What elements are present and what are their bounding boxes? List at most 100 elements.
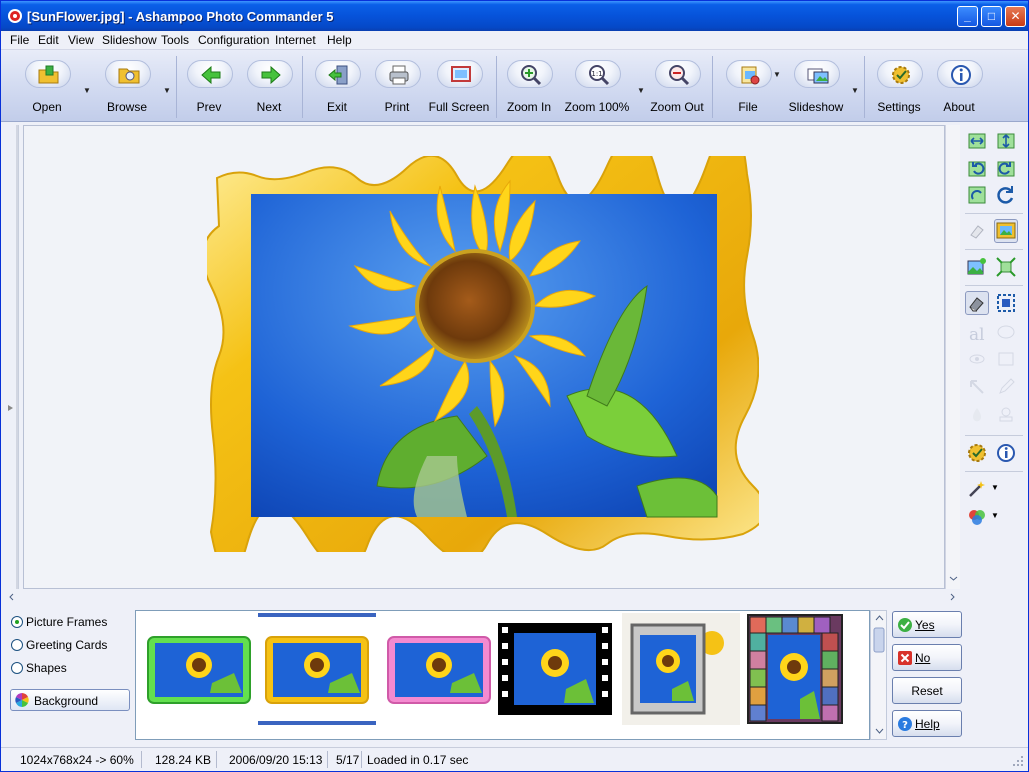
- zoom-in-button[interactable]: Zoom In: [493, 56, 565, 116]
- resize-button[interactable]: [994, 255, 1018, 279]
- settings-gear-icon: [892, 66, 910, 84]
- menu-internet[interactable]: Internet: [275, 33, 316, 47]
- frame-thumbnail-stained-glass[interactable]: [744, 613, 862, 725]
- window-title: [SunFlower.jpg] - Ashampoo Photo Command…: [27, 9, 334, 24]
- no-button[interactable]: No: [892, 644, 962, 671]
- background-button[interactable]: Background: [10, 689, 130, 711]
- flip-vertical-button[interactable]: [994, 129, 1018, 153]
- slideshow-icon: [807, 68, 829, 84]
- settings-check-icon: [968, 444, 986, 462]
- menu-help[interactable]: Help: [327, 33, 352, 47]
- thumbnail-scrollbar[interactable]: [870, 610, 887, 740]
- arrow-left-icon: [201, 65, 221, 85]
- magic-wand-dropdown-icon[interactable]: ▼: [991, 483, 999, 492]
- eraser-icon: [970, 225, 984, 239]
- left-ruler: [7, 125, 19, 589]
- rotate-free-button[interactable]: [994, 183, 1018, 207]
- info-circle-icon: [997, 444, 1015, 462]
- frame-thumbnail-silver[interactable]: [622, 613, 740, 725]
- color-effects-button[interactable]: [965, 505, 989, 529]
- scroll-right-icon[interactable]: [950, 593, 955, 601]
- speech-bubble-button: [994, 321, 1018, 345]
- palette-settings-button[interactable]: [965, 441, 989, 465]
- minimize-button[interactable]: _: [957, 6, 978, 27]
- status-bar: 1024x768x24 -> 60% 128.24 KB 2006/09/20 …: [1, 747, 1028, 771]
- maximize-button[interactable]: □: [981, 6, 1002, 27]
- magic-wand-icon: [969, 481, 985, 497]
- open-button[interactable]: Open: [11, 56, 83, 116]
- info-icon: [951, 65, 971, 85]
- toolbar-group-file: File ▼ Slideshow ▼: [713, 56, 865, 118]
- rotate-left-90-button[interactable]: [965, 156, 989, 180]
- pen-tool-button: [994, 375, 1018, 399]
- shapes-radio[interactable]: Shapes: [11, 661, 67, 677]
- zoom-in-icon: [521, 65, 542, 86]
- yes-button[interactable]: Yes: [892, 611, 962, 638]
- scroll-left-icon[interactable]: [9, 593, 14, 601]
- color-effects-dropdown-icon[interactable]: ▼: [991, 511, 999, 520]
- rotate-180-button[interactable]: [965, 183, 989, 207]
- erase-area-button[interactable]: [965, 291, 989, 315]
- image-adjust-button[interactable]: [965, 255, 989, 279]
- selection-button[interactable]: [994, 291, 1018, 315]
- picture-frame-tool-button[interactable]: [994, 219, 1018, 243]
- palette-info-button[interactable]: [994, 441, 1018, 465]
- zoom-100-button[interactable]: 1:1 Zoom 100%: [561, 56, 633, 116]
- toolbar-group-zoom: Zoom In 1:1 Zoom 100% ▼ Zoom Out: [497, 56, 713, 118]
- cross-icon: [898, 651, 912, 665]
- menu-slideshow[interactable]: Slideshow: [102, 33, 157, 47]
- scroll-up-icon[interactable]: [875, 615, 884, 621]
- frame-thumbnail-pink[interactable]: [380, 613, 498, 725]
- open-dropdown-icon[interactable]: ▼: [83, 86, 91, 95]
- eraser-button[interactable]: [965, 219, 989, 243]
- status-load-time: Loaded in 0.17 sec: [367, 753, 469, 767]
- status-date: 2006/09/20 15:13: [229, 753, 323, 767]
- frame-thumbnail-gold[interactable]: [258, 613, 376, 725]
- picture-frames-radio[interactable]: Picture Frames: [11, 615, 107, 631]
- rotate-right-90-button[interactable]: [994, 156, 1018, 180]
- scroll-thumb[interactable]: [873, 627, 885, 653]
- title-bar[interactable]: [SunFlower.jpg] - Ashampoo Photo Command…: [1, 1, 1028, 31]
- blur-tool-button: [965, 403, 989, 427]
- frame-thumbnail-film[interactable]: [496, 613, 614, 725]
- menu-edit[interactable]: Edit: [38, 33, 59, 47]
- about-button[interactable]: About: [923, 56, 995, 116]
- browse-dropdown-icon[interactable]: ▼: [163, 86, 171, 95]
- preview-vertical-scrollbar[interactable]: [945, 125, 960, 589]
- greeting-cards-radio[interactable]: Greeting Cards: [11, 638, 107, 654]
- menu-configuration[interactable]: Configuration: [198, 33, 269, 47]
- scroll-down-icon[interactable]: [949, 576, 958, 581]
- eye-icon: [969, 354, 985, 364]
- sunflower-photo: [201, 123, 767, 579]
- open-folder-icon: [38, 65, 59, 84]
- radio-icon[interactable]: [11, 662, 23, 674]
- flip-horizontal-button[interactable]: [965, 129, 989, 153]
- preview-horizontal-scrollbar[interactable]: [7, 589, 960, 605]
- reset-button[interactable]: Reset: [892, 677, 962, 704]
- svg-text:1:1: 1:1: [591, 70, 602, 78]
- next-button[interactable]: Next: [233, 56, 305, 116]
- scroll-down-icon[interactable]: [875, 728, 884, 734]
- zoom-100-icon: 1:1: [589, 65, 610, 86]
- radio-selected-icon[interactable]: [11, 616, 23, 628]
- help-button[interactable]: ? Help: [892, 710, 962, 737]
- slideshow-button[interactable]: Slideshow: [780, 56, 852, 116]
- color-palette-icon: [969, 510, 985, 525]
- file-button[interactable]: File: [712, 56, 784, 116]
- close-button[interactable]: ✕: [1005, 6, 1026, 27]
- menu-view[interactable]: View: [68, 33, 94, 47]
- magic-wand-button[interactable]: [965, 477, 989, 501]
- ruler-marker-icon[interactable]: [8, 405, 13, 411]
- rectangle-icon: [998, 352, 1014, 366]
- zoom-out-button[interactable]: Zoom Out: [641, 56, 713, 116]
- menu-tools[interactable]: Tools: [161, 33, 189, 47]
- browse-button[interactable]: Browse: [91, 56, 163, 116]
- fullscreen-button[interactable]: Full Screen: [423, 56, 495, 116]
- frame-thumbnail-green[interactable]: [140, 613, 258, 725]
- browse-folder-icon: [118, 68, 140, 84]
- menu-file[interactable]: File: [10, 33, 29, 47]
- resize-grip-icon[interactable]: [1011, 754, 1025, 768]
- slideshow-dropdown-icon[interactable]: ▼: [851, 86, 859, 95]
- radio-icon[interactable]: [11, 639, 23, 651]
- exit-door-icon: [328, 65, 348, 85]
